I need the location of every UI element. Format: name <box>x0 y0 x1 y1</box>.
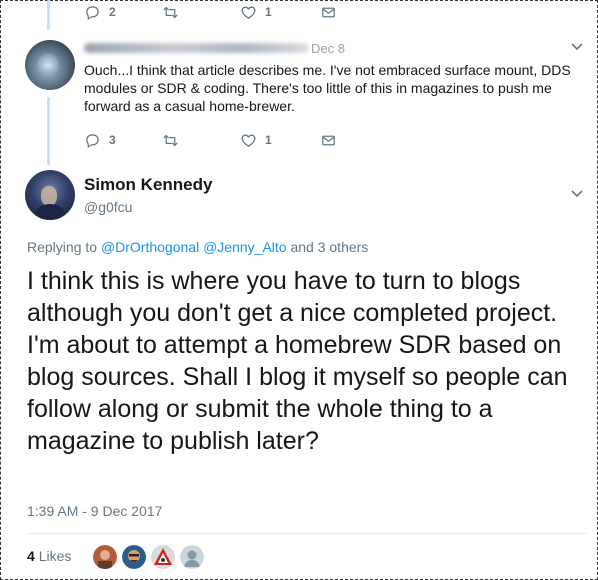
direct-message-button[interactable] <box>320 4 337 21</box>
like-icon <box>240 4 257 21</box>
liker-avatar[interactable] <box>151 545 175 569</box>
tweet-header: Dec 8 <box>84 40 345 56</box>
direct-message-icon <box>320 4 337 21</box>
replying-to: Replying to @DrOrthogonal @Jenny_Alto an… <box>27 239 368 255</box>
reply-button[interactable]: 3 <box>84 132 162 149</box>
liker-avatar[interactable] <box>93 545 117 569</box>
chevron-down-icon[interactable] <box>571 43 583 51</box>
chevron-down-icon[interactable] <box>571 190 583 198</box>
like-icon <box>240 132 257 149</box>
thread-line <box>47 97 50 165</box>
redacted-username <box>84 43 309 53</box>
retweet-button[interactable] <box>162 4 240 21</box>
likes-label: Likes <box>38 548 72 564</box>
mention-link[interactable]: @DrOrthogonal <box>101 239 199 255</box>
tweet-timestamp[interactable]: 1:39 AM - 9 Dec 2017 <box>27 503 162 519</box>
avatar[interactable] <box>25 170 75 220</box>
reply-icon <box>84 132 101 149</box>
display-name[interactable]: Simon Kennedy <box>84 175 212 195</box>
direct-message-icon <box>320 132 337 149</box>
liker-avatar[interactable] <box>180 545 204 569</box>
reply-count: 2 <box>109 5 116 19</box>
reply-button[interactable]: 2 <box>84 4 162 21</box>
tweet-date[interactable]: Dec 8 <box>311 41 345 56</box>
like-count: 1 <box>265 133 272 147</box>
liker-avatar[interactable] <box>122 545 146 569</box>
like-button[interactable]: 1 <box>240 132 320 149</box>
reply-icon <box>84 4 101 21</box>
mention-link[interactable]: @Jenny_Alto <box>203 239 286 255</box>
like-count: 1 <box>265 5 272 19</box>
replying-others[interactable]: and 3 others <box>287 239 368 255</box>
likes-stat[interactable]: 4 Likes <box>27 548 71 564</box>
thread-line <box>47 0 50 30</box>
direct-message-button[interactable] <box>320 132 337 149</box>
retweet-icon <box>162 4 179 21</box>
like-button[interactable]: 1 <box>240 4 320 21</box>
avatar[interactable] <box>25 40 75 90</box>
user-handle[interactable]: @g0fcu <box>84 199 132 215</box>
likes-count: 4 <box>27 548 35 564</box>
replying-prefix: Replying to <box>27 239 101 255</box>
tweet-text: Ouch...I think that article describes me… <box>84 62 571 114</box>
tweet-actions: 3 1 <box>84 130 337 150</box>
reply-count: 3 <box>109 133 116 147</box>
retweet-button[interactable] <box>162 132 240 149</box>
retweet-icon <box>162 132 179 149</box>
divider <box>27 533 587 534</box>
tweet-actions: 2 1 <box>84 2 337 22</box>
tweet-text: I think this is where you have to turn t… <box>27 267 568 455</box>
